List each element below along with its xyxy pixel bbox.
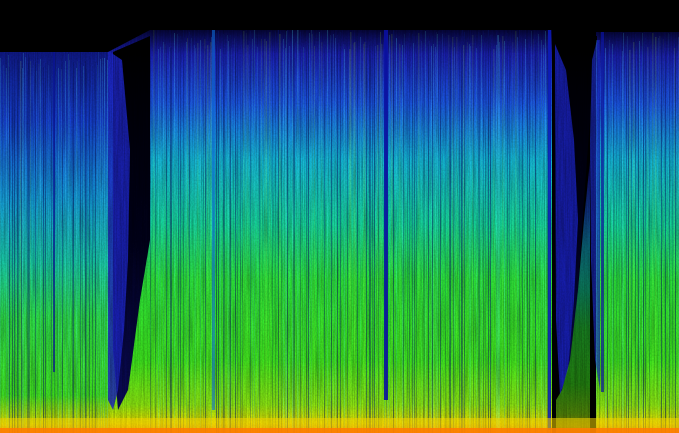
dark-line [212, 30, 215, 410]
floor-band-peak [0, 428, 679, 433]
dark-line [601, 32, 604, 392]
dark-line [53, 52, 55, 372]
spectrogram-canvas [0, 0, 679, 433]
dark-line [548, 30, 551, 430]
grain-overlay [0, 30, 679, 433]
spectrogram-image [0, 0, 679, 433]
dark-line [384, 30, 388, 400]
